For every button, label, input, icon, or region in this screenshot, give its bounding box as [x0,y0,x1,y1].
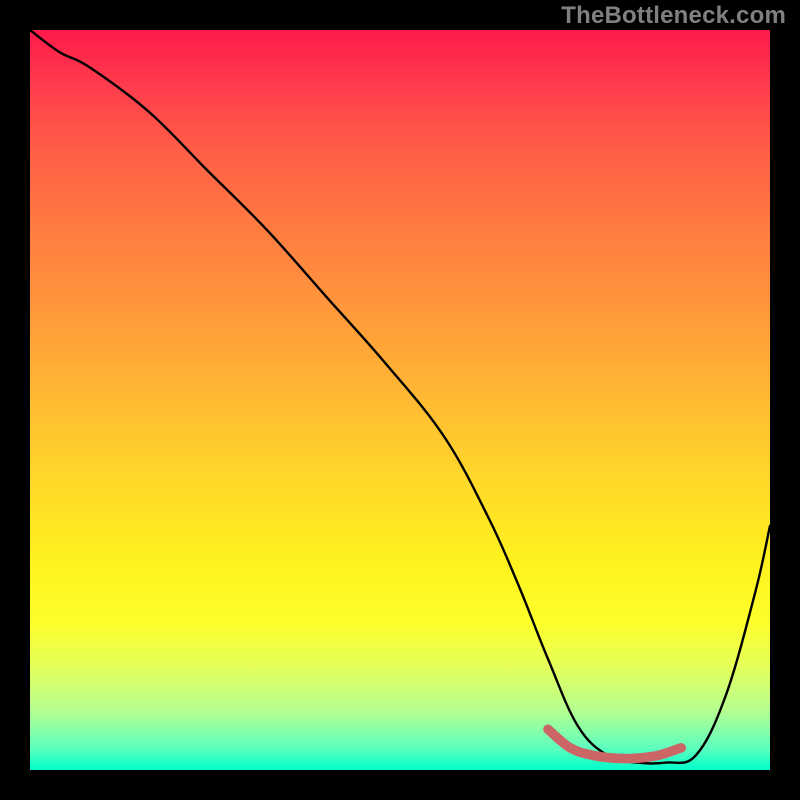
chart-container: TheBottleneck.com [0,0,800,800]
curve-svg [30,30,770,770]
watermark-text: TheBottleneck.com [561,2,786,30]
highlight-segment [548,729,681,758]
plot-area [30,30,770,770]
bottleneck-curve [30,30,770,764]
